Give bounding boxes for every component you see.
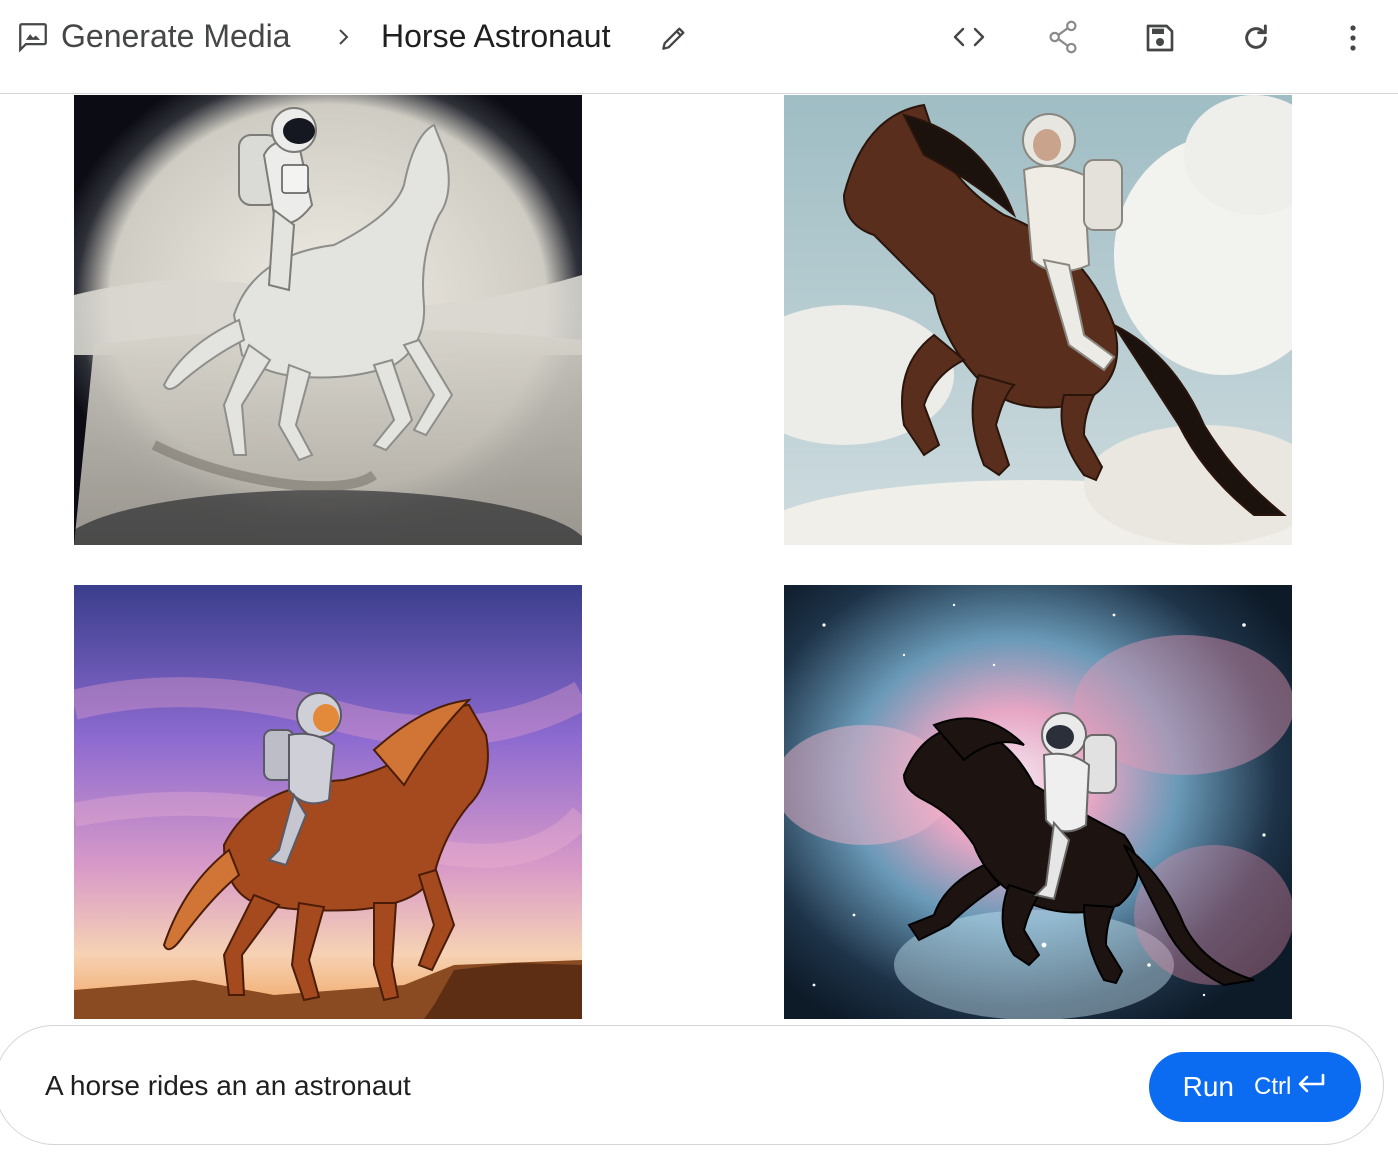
run-shortcut: Ctrl [1254, 1072, 1327, 1103]
enter-arrow-icon [1295, 1072, 1327, 1103]
page-title: Horse Astronaut [381, 18, 611, 54]
generated-image-4[interactable] [784, 585, 1292, 1019]
more-vert-icon[interactable] [1334, 16, 1372, 60]
share-icon[interactable] [1042, 16, 1084, 58]
code-icon[interactable] [946, 16, 992, 58]
run-button[interactable]: Run Ctrl [1149, 1052, 1361, 1122]
generated-image-3[interactable] [74, 585, 582, 1019]
run-label: Run [1182, 1071, 1235, 1102]
save-icon[interactable] [1138, 16, 1182, 60]
shortcut-label: Ctrl [1254, 1073, 1292, 1100]
pencil-icon[interactable] [654, 18, 694, 58]
prompt-input[interactable] [45, 1066, 945, 1106]
chevron-right-icon [326, 20, 360, 54]
top-bar: Generate Media Horse Astronaut [0, 0, 1398, 94]
generated-image-2[interactable] [784, 95, 1292, 545]
image-chat-icon [14, 18, 52, 56]
generated-image-1[interactable] [74, 95, 582, 545]
refresh-icon[interactable] [1234, 16, 1278, 60]
breadcrumb-root[interactable]: Generate Media [61, 16, 290, 56]
